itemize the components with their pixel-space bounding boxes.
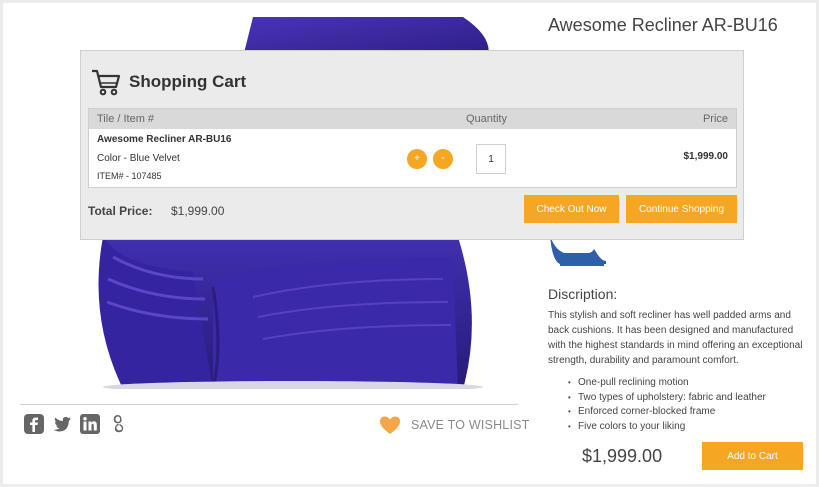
google-icon[interactable] [107, 413, 129, 435]
total-price-value: $1,999.00 [171, 204, 225, 218]
table-header: Tile / Item # Quantity Price [89, 109, 736, 129]
linkedin-icon[interactable] [79, 413, 101, 435]
check-out-button[interactable]: Check Out Now [524, 195, 619, 223]
cart-header: Shopping Cart [91, 67, 246, 97]
wishlist-label: SAVE TO WISHLIST [411, 418, 530, 432]
feature-list: One-pull reclining motion Two types of u… [568, 376, 766, 435]
column-header-price: Price [702, 113, 728, 125]
item-number: ITEM# - 107485 [97, 171, 162, 181]
product-title: Awesome Recliner AR-BU16 [548, 15, 778, 35]
add-to-cart-button[interactable]: Add to Cart [702, 442, 803, 470]
divider [20, 404, 518, 405]
item-price: $1,999.00 [683, 151, 729, 162]
shopping-cart-modal: Shopping Cart Tile / Item # Quantity Pri… [80, 50, 744, 240]
quantity-input[interactable] [476, 144, 506, 174]
heart-icon [380, 416, 400, 434]
list-item: Five colors to your liking [568, 420, 766, 435]
cart-table: Tile / Item # Quantity Price Awesome Rec… [88, 108, 737, 188]
list-item: Enforced corner-blocked frame [568, 405, 766, 420]
product-price: $1,999.00 [582, 446, 663, 466]
facebook-icon[interactable] [23, 413, 45, 435]
list-item: Two types of upholstery: fabric and leat… [568, 391, 766, 406]
page: SAVE TO WISHLIST Awesome Recliner AR-BU1… [3, 3, 816, 484]
description-heading: Discription: [548, 286, 618, 302]
decrease-quantity-button[interactable]: - [433, 149, 453, 169]
cart-title: Shopping Cart [129, 72, 247, 91]
column-header-item: Tile / Item # [97, 113, 155, 125]
item-color: Color - Blue Velvet [97, 153, 180, 164]
increase-quantity-button[interactable]: + [407, 149, 427, 169]
shopping-cart-icon [92, 69, 121, 96]
twitter-icon[interactable] [51, 413, 73, 435]
description-text: This stylish and soft recliner has well … [548, 310, 803, 366]
save-to-wishlist[interactable]: SAVE TO WISHLIST [379, 415, 530, 435]
total-price-label: Total Price: [88, 204, 153, 218]
column-header-quantity: Quantity [466, 113, 507, 125]
social-share [23, 413, 129, 435]
item-name: Awesome Recliner AR-BU16 [97, 134, 232, 145]
list-item: One-pull reclining motion [568, 376, 766, 391]
continue-shopping-button[interactable]: Continue Shopping [626, 195, 737, 223]
